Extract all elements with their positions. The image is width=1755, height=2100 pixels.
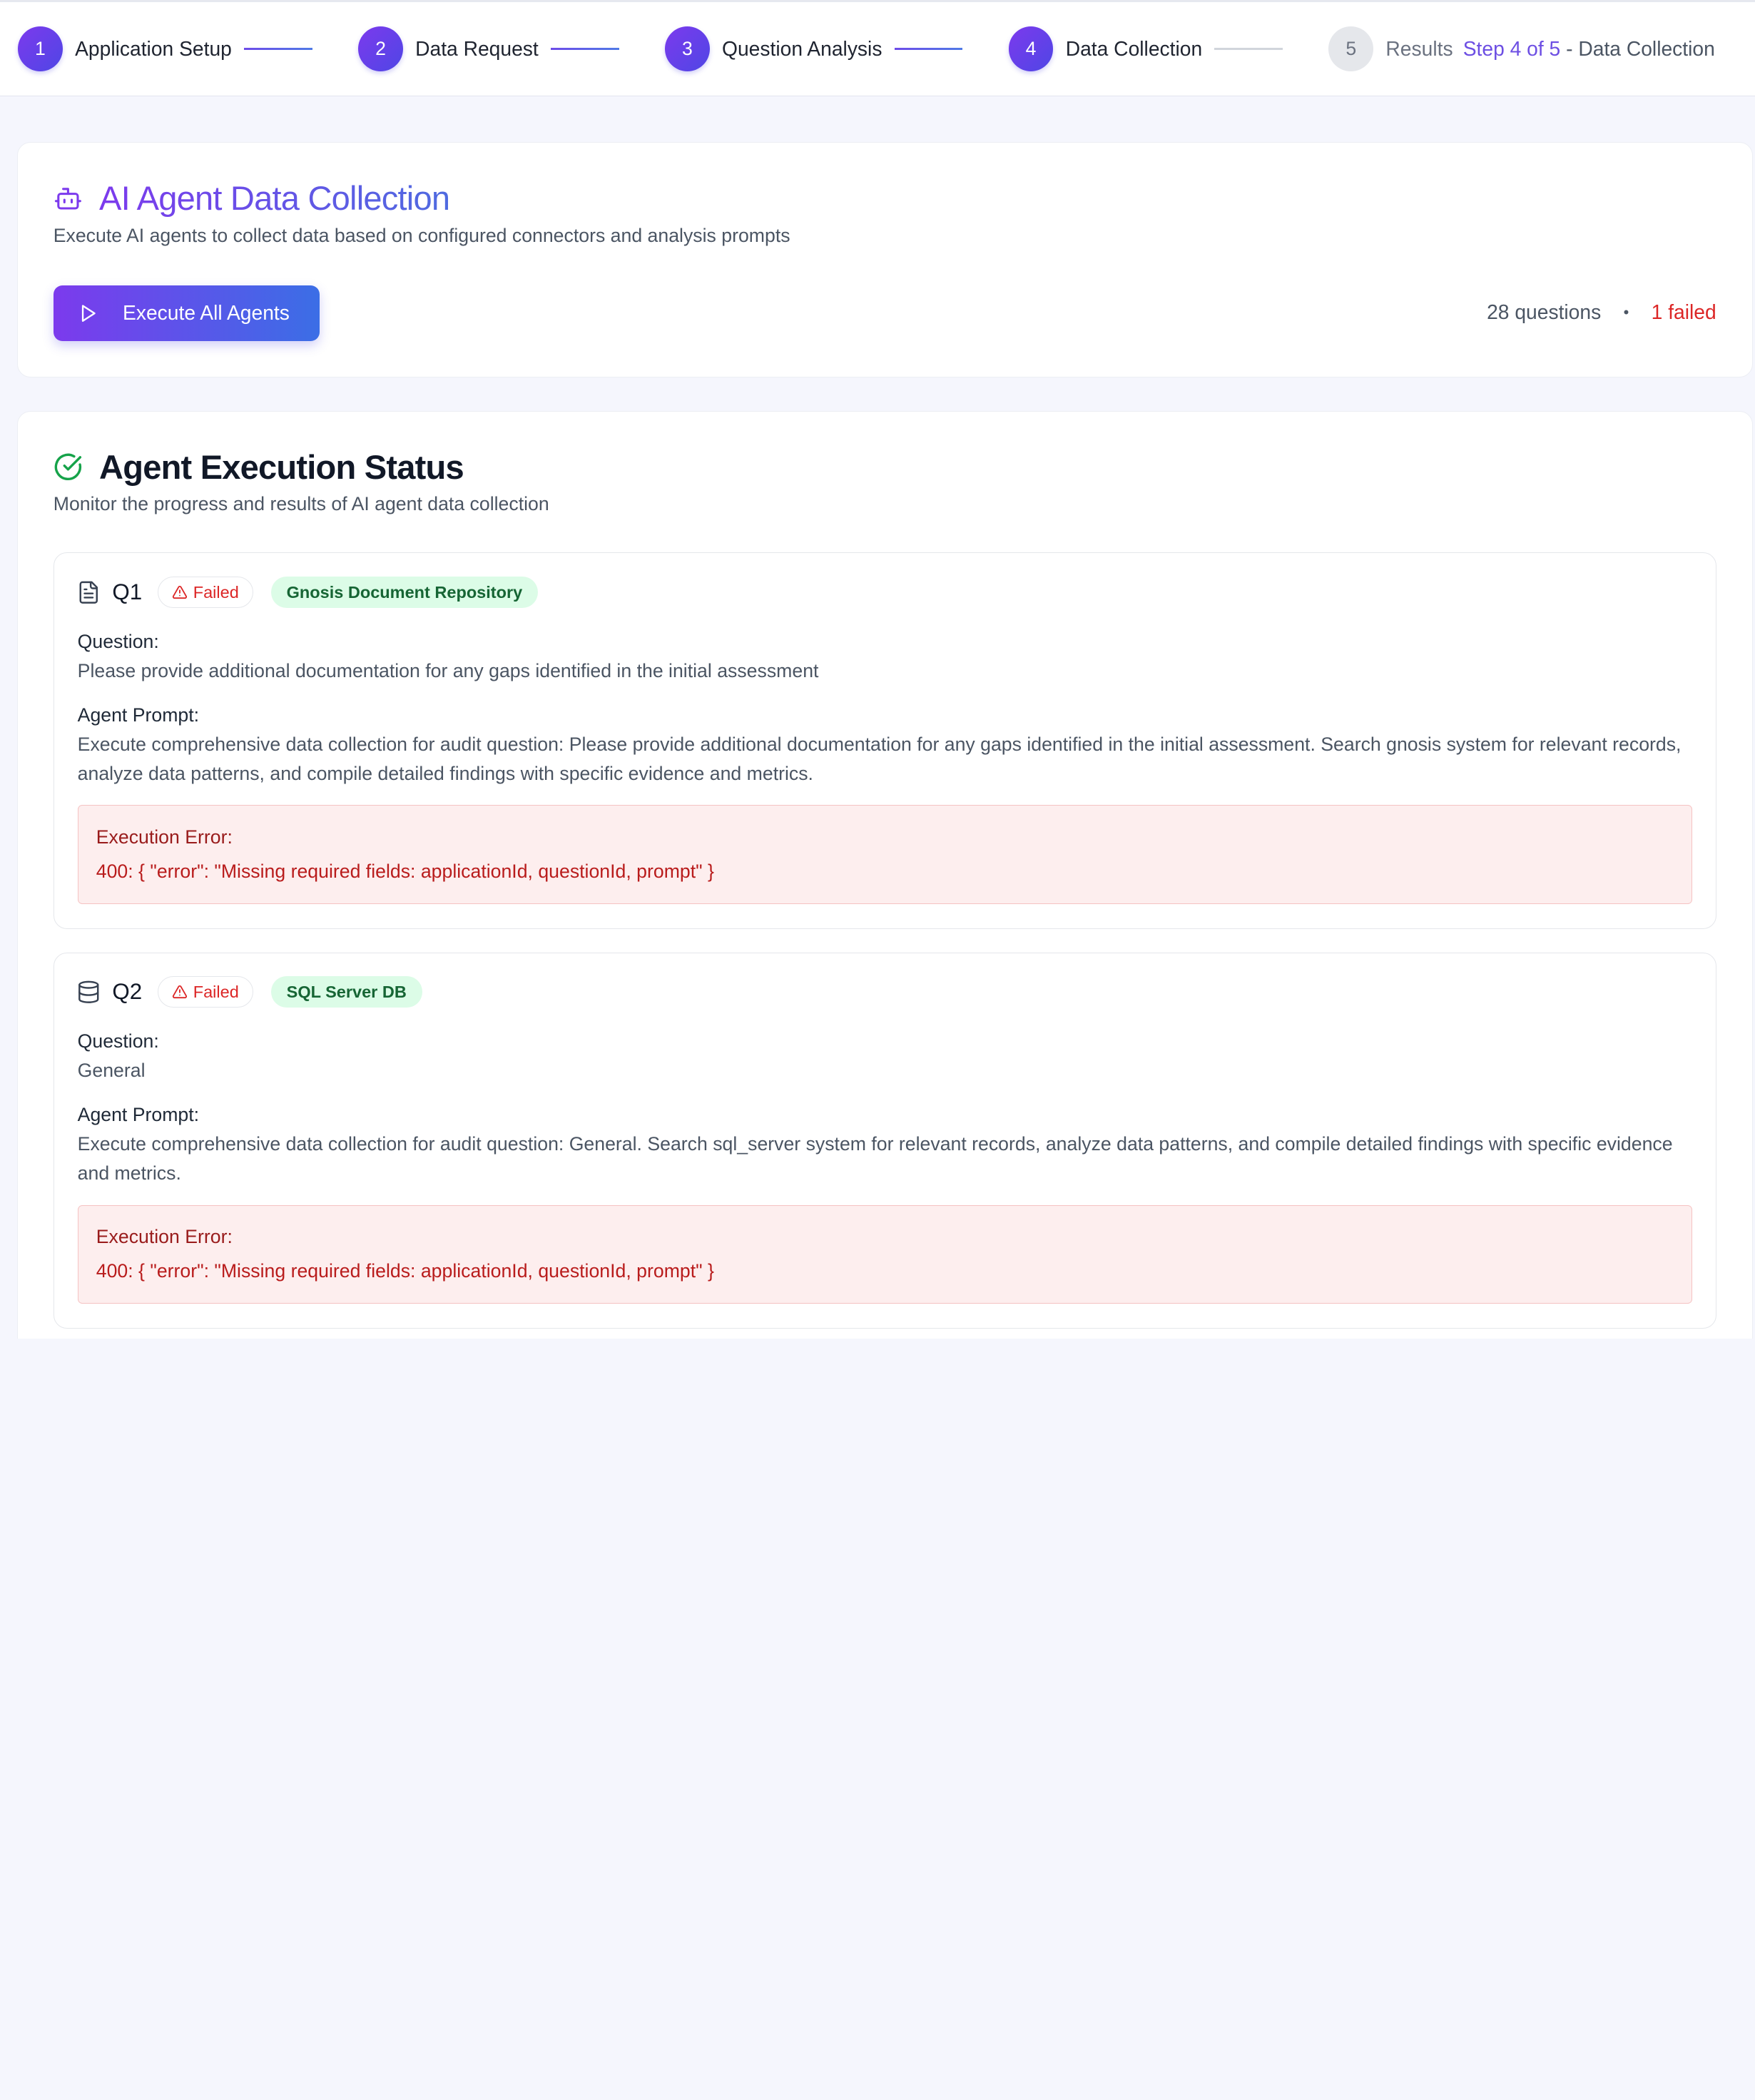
question-text: Please provide additional documentation … [77,659,819,681]
step-number: 3 [665,26,710,71]
check-circle-icon [54,452,83,482]
step-connector [244,47,312,51]
source-badge: Gnosis Document Repository [270,577,539,609]
execution-status-header: Agent Execution Status [54,447,464,487]
document-icon [76,580,101,605]
question-label: Question: [77,630,159,652]
step-label: Application Setup [75,36,232,60]
step-connector [1214,47,1283,51]
step-data-collection[interactable]: 4 Data Collection [1008,26,1203,71]
execute-all-agents-label: Execute All Agents [123,301,290,325]
question-label: Question: [77,1030,159,1052]
execution-status-card: Agent Execution Status Monitor the progr… [16,410,1753,1339]
status-badge: Failed [158,976,253,1008]
execution-error-message: 400: { "error": "Missing required fields… [96,1260,714,1282]
question-header: Q2 Failed SQL Server DB [76,976,422,1008]
execution-error-box: Execution Error: 400: { "error": "Missin… [77,805,1692,904]
execution-error-box: Execution Error: 400: { "error": "Missin… [77,1204,1692,1304]
data-collection-card: AI Agent Data Collection Execute AI agen… [16,142,1753,377]
source-badge: SQL Server DB [270,976,422,1008]
agent-prompt-label: Agent Prompt: [77,704,200,726]
step-question-analysis[interactable]: 3 Question Analysis [665,26,882,71]
question-card-q2: Q2 Failed SQL Server DB Question: Genera… [53,952,1716,1329]
execution-error-label: Execution Error: [96,1225,233,1247]
step-label: Data Request [415,36,539,60]
step-number: 1 [18,26,63,71]
step-label: Results [1385,36,1453,60]
play-icon [78,303,98,323]
warning-triangle-icon [172,584,188,600]
question-id: Q1 [112,579,143,605]
page-subtitle: Execute AI agents to collect data based … [53,224,790,246]
execution-summary: 28 questions • 1 failed [1487,300,1716,324]
page: 1 Application Setup 2 Data Request 3 Que… [0,0,1755,1339]
failed-count: 1 failed [1651,300,1716,324]
section-subtitle: Monitor the progress and results of AI a… [53,493,549,515]
status-badge: Failed [158,577,253,609]
step-counter-current: Step 4 of 5 [1462,36,1561,60]
section-title: Agent Execution Status [99,447,464,486]
status-badge-label: Failed [193,582,239,602]
database-icon [76,980,101,1005]
execution-error-message: 400: { "error": "Missing required fields… [96,861,714,883]
step-application-setup[interactable]: 1 Application Setup [18,26,232,71]
bot-icon [54,184,83,213]
question-header: Q1 Failed Gnosis Document Repository [76,577,539,609]
questions-count: 28 questions [1487,300,1602,324]
question-id: Q2 [112,979,143,1005]
step-connector [551,47,619,51]
step-number: 4 [1008,26,1054,71]
step-counter-name: - Data Collection [1560,36,1715,60]
step-label: Question Analysis [722,36,882,60]
agent-prompt-label: Agent Prompt: [77,1104,200,1126]
agent-prompt-text: Execute comprehensive data collection fo… [77,1133,1673,1185]
question-card-q1: Q1 Failed Gnosis Document Repository Que… [53,552,1716,929]
step-number: 2 [358,26,403,71]
page-title: AI Agent Data Collection [99,179,450,218]
step-data-request[interactable]: 2 Data Request [358,26,539,71]
status-badge-label: Failed [193,982,239,1001]
step-label: Data Collection [1065,36,1203,60]
step-results[interactable]: 5 Results [1328,26,1453,71]
step-number: 5 [1328,26,1374,71]
summary-separator: • [1623,303,1629,321]
step-counter: Step 4 of 5 - Data Collection [1463,37,1715,61]
agent-prompt-text: Execute comprehensive data collection fo… [77,734,1682,785]
question-text: General [77,1059,146,1081]
progress-stepper: 1 Application Setup 2 Data Request 3 Que… [0,0,1755,96]
data-collection-header: AI Agent Data Collection [54,178,450,218]
execution-error-label: Execution Error: [96,826,233,848]
execute-all-agents-button[interactable]: Execute All Agents [53,285,320,341]
step-connector [894,47,963,51]
warning-triangle-icon [172,984,188,1000]
